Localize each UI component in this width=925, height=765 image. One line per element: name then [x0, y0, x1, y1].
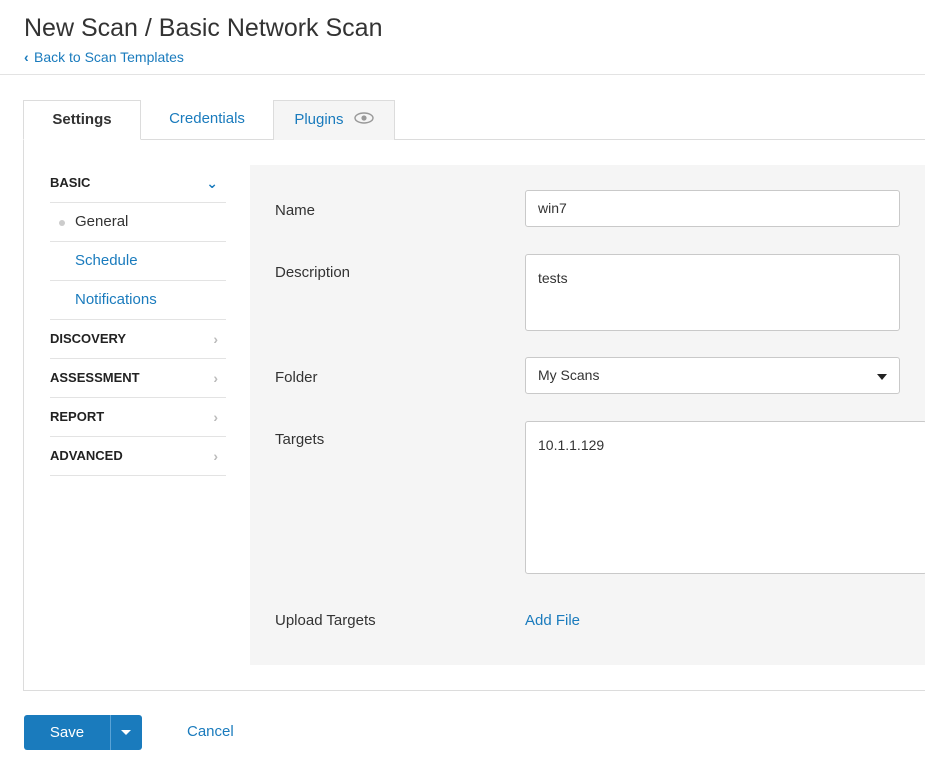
save-button-group: Save — [24, 715, 142, 750]
tab-plugins[interactable]: Plugins — [273, 100, 395, 140]
targets-label: Targets — [275, 431, 325, 448]
sidebar-item-schedule[interactable]: Schedule — [50, 242, 226, 281]
caret-down-icon — [877, 374, 887, 380]
sidebar-section-discovery[interactable]: DISCOVERY › — [50, 320, 226, 359]
sidebar-section-label: BASIC — [50, 175, 91, 190]
back-to-templates-link[interactable]: ‹ Back to Scan Templates — [24, 49, 184, 65]
sidebar-item-label: Notifications — [75, 291, 157, 308]
targets-textarea[interactable]: 10.1.1.129 — [525, 421, 925, 574]
sidebar-section-label: ASSESSMENT — [50, 370, 140, 385]
chevron-right-icon: › — [213, 409, 218, 425]
folder-select[interactable]: My Scans — [525, 357, 900, 394]
sidebar-section-label: REPORT — [50, 409, 105, 424]
sidebar-section-label: DISCOVERY — [50, 331, 127, 346]
general-settings-form: Name win7 Description tests Folder My Sc… — [250, 165, 925, 665]
folder-select-value: My Scans — [538, 367, 600, 383]
sidebar-section-basic[interactable]: BASIC ⌄ — [50, 165, 226, 203]
add-file-link[interactable]: Add File — [525, 612, 580, 629]
page-header: New Scan / Basic Network Scan ‹ Back to S… — [0, 0, 925, 75]
upload-targets-label: Upload Targets — [275, 612, 376, 629]
sidebar-item-general[interactable]: General — [50, 203, 226, 242]
sidebar-section-report[interactable]: REPORT › — [50, 398, 226, 437]
save-button[interactable]: Save — [24, 715, 111, 750]
chevron-right-icon: › — [213, 331, 218, 347]
chevron-right-icon: › — [213, 370, 218, 386]
page-title: New Scan / Basic Network Scan — [24, 14, 383, 42]
name-input[interactable]: win7 — [525, 190, 900, 227]
back-link-label: Back to Scan Templates — [34, 49, 184, 65]
save-options-button[interactable] — [111, 715, 142, 750]
chevron-down-icon: ⌄ — [206, 175, 218, 191]
sidebar-item-label: General — [75, 213, 129, 230]
tab-credentials[interactable]: Credentials — [141, 100, 273, 140]
sidebar-section-assessment[interactable]: ASSESSMENT › — [50, 359, 226, 398]
chevron-right-icon: › — [213, 448, 218, 464]
eye-icon — [353, 101, 374, 139]
chevron-left-icon: ‹ — [24, 49, 29, 65]
description-label: Description — [275, 264, 351, 281]
description-textarea[interactable]: tests — [525, 254, 900, 331]
tab-plugins-label: Plugins — [294, 111, 344, 128]
tab-bar: Settings Credentials Plugins — [23, 100, 395, 140]
sidebar-item-notifications[interactable]: Notifications — [50, 281, 226, 320]
cancel-link[interactable]: Cancel — [187, 723, 234, 740]
tab-settings[interactable]: Settings — [23, 100, 141, 140]
name-label: Name — [275, 202, 316, 219]
sidebar-item-label: Schedule — [75, 252, 138, 269]
active-dot-icon — [59, 220, 65, 226]
folder-label: Folder — [275, 369, 318, 386]
sidebar-section-advanced[interactable]: ADVANCED › — [50, 437, 226, 476]
caret-down-icon — [121, 730, 131, 735]
sidebar-section-label: ADVANCED — [50, 448, 123, 463]
settings-sidebar: BASIC ⌄ General Schedule Notifications D… — [50, 165, 226, 476]
